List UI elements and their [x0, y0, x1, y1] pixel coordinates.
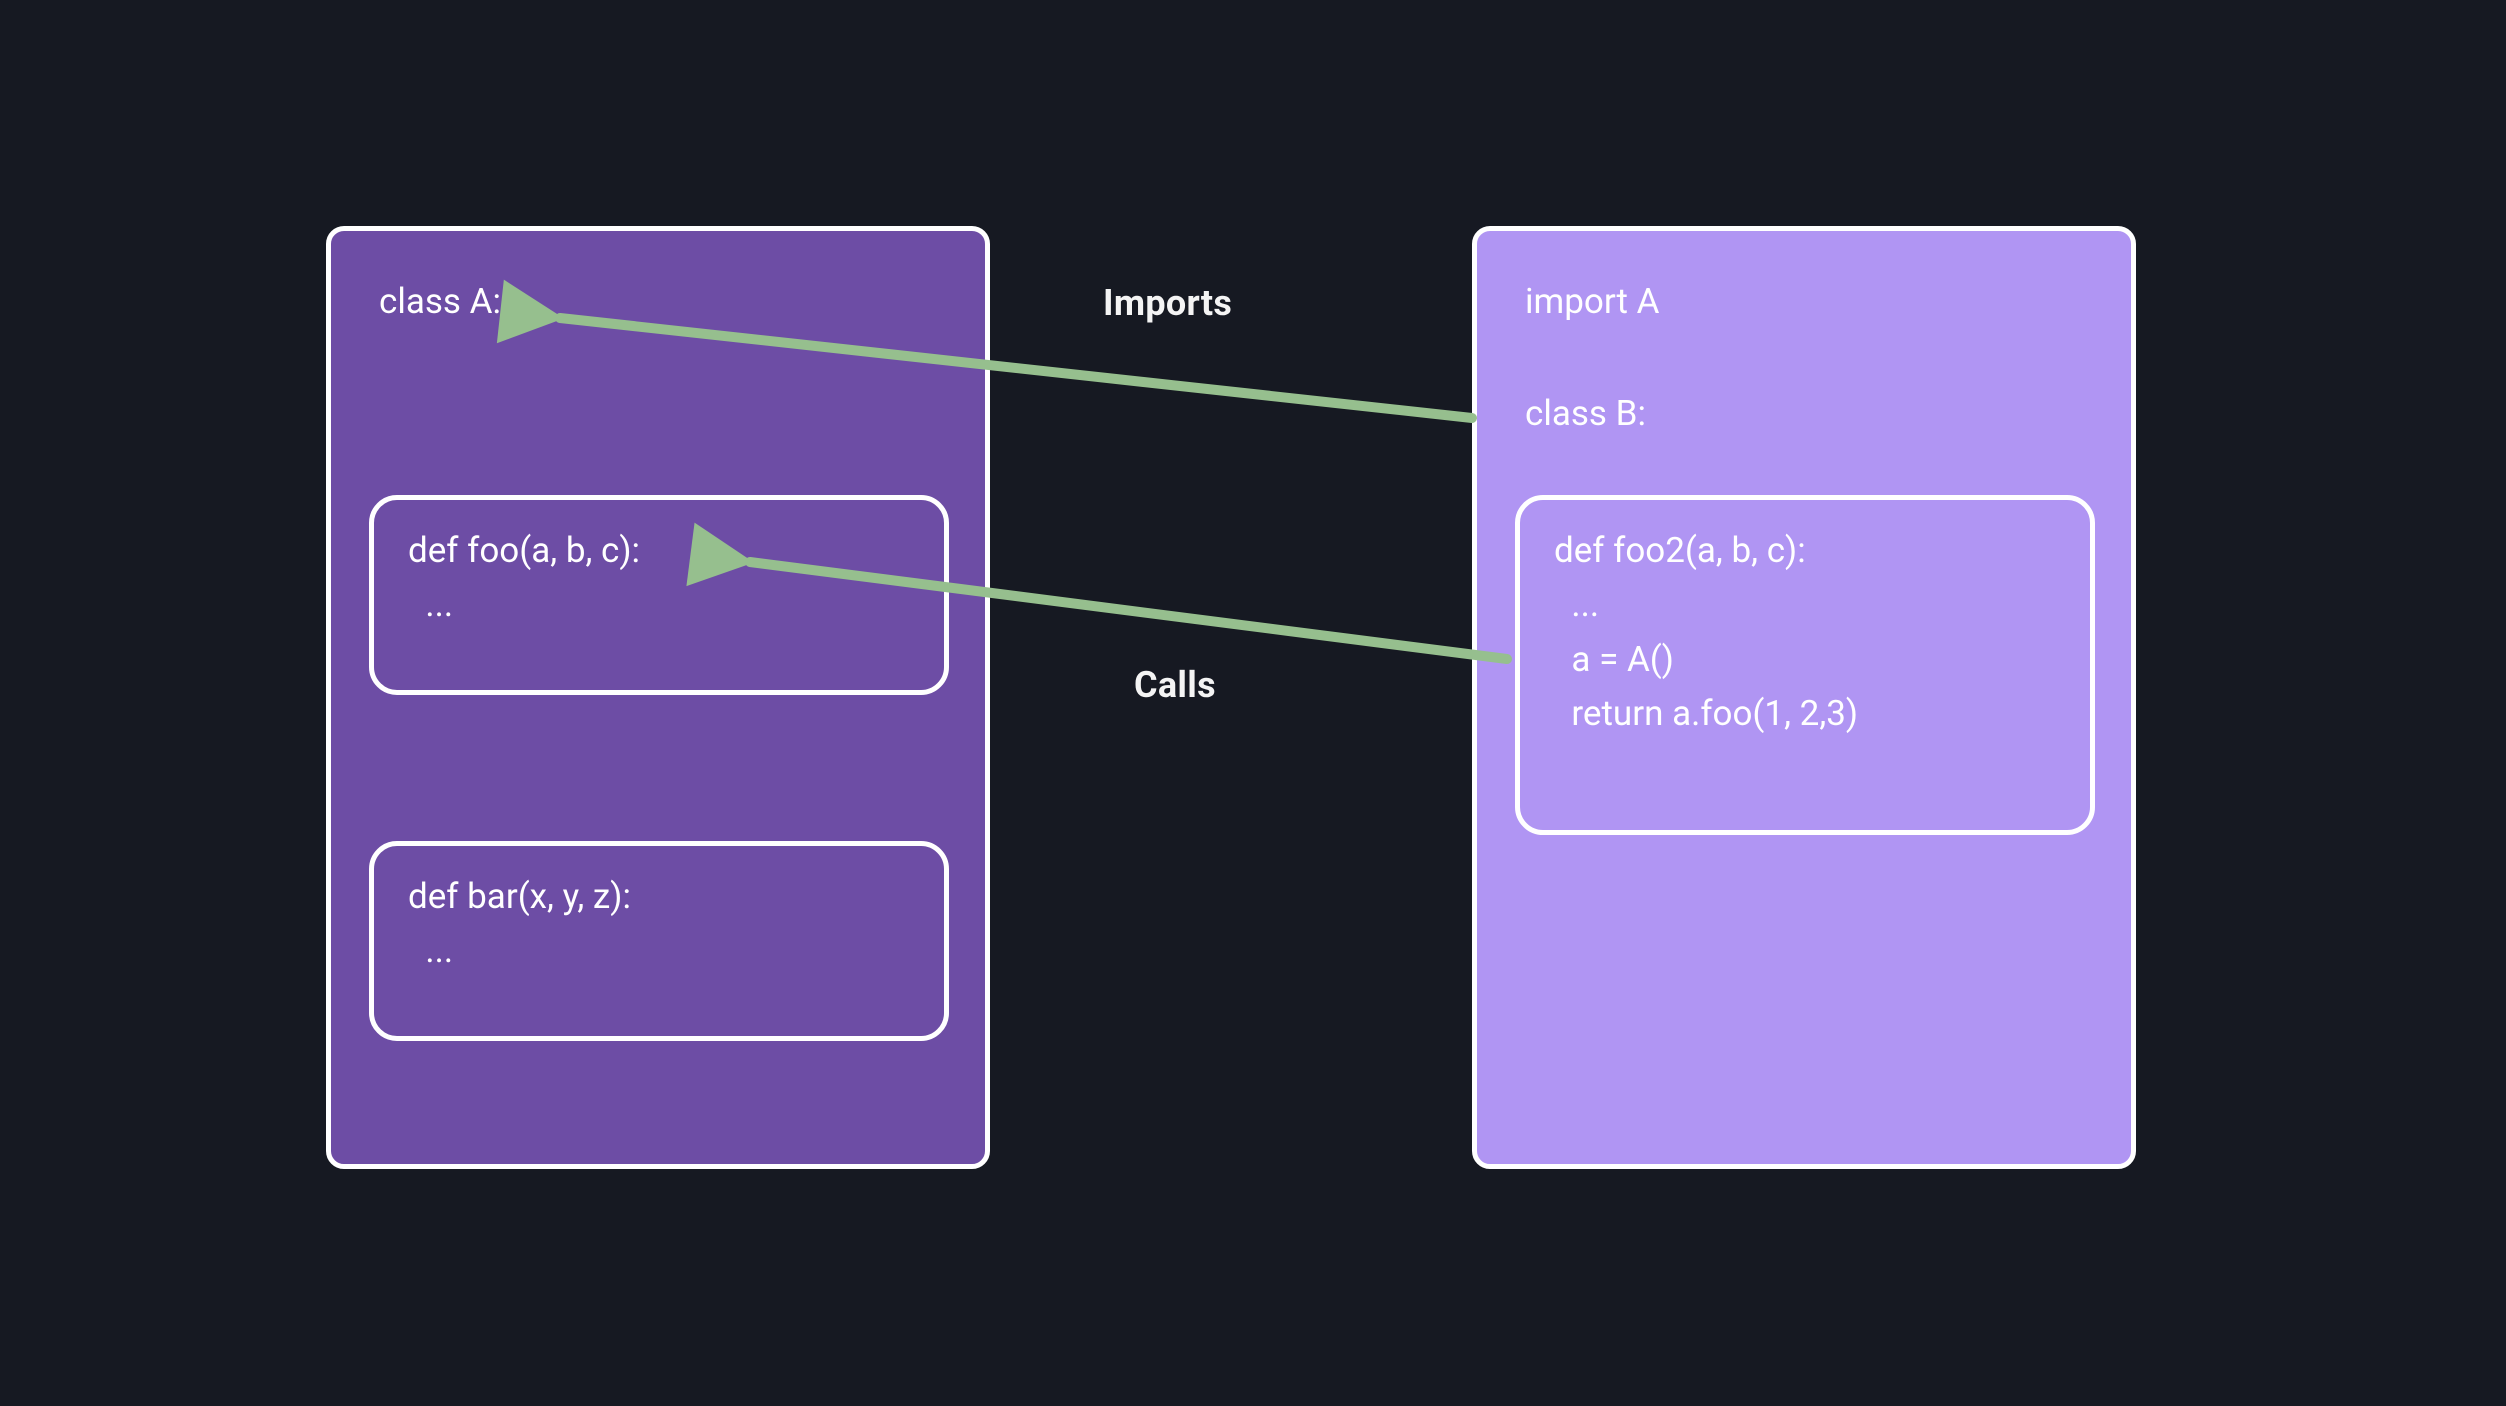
- method-foo-signature: def foo(a, b, c):: [408, 524, 910, 578]
- class-b-header: class B:: [1525, 393, 1646, 434]
- method-bar-box: def bar(x, y, z): ...: [369, 841, 949, 1041]
- method-foo2-body-1: ...: [1554, 578, 2056, 632]
- method-foo2-box: def foo2(a, b, c): ... a = A() return a.…: [1515, 495, 2095, 835]
- class-a-box: class A: def foo(a, b, c): ... def bar(x…: [326, 226, 990, 1169]
- class-b-box: import A class B: def foo2(a, b, c): ...…: [1472, 226, 2136, 1169]
- method-foo2-body-3: return a.foo(1, 2,3): [1554, 687, 2056, 741]
- method-foo2-body-2: a = A(): [1554, 633, 2056, 687]
- method-bar-body: ...: [408, 924, 910, 978]
- import-a-line: import A: [1525, 281, 1660, 322]
- method-bar-signature: def bar(x, y, z):: [408, 870, 910, 924]
- method-foo-body: ...: [408, 578, 910, 632]
- class-a-header: class A:: [379, 281, 501, 322]
- diagram-stage: class A: def foo(a, b, c): ... def bar(x…: [0, 0, 2506, 1406]
- method-foo-box: def foo(a, b, c): ...: [369, 495, 949, 695]
- imports-label: Imports: [1103, 282, 1232, 324]
- method-foo2-signature: def foo2(a, b, c):: [1554, 524, 2056, 578]
- calls-label: Calls: [1134, 664, 1216, 706]
